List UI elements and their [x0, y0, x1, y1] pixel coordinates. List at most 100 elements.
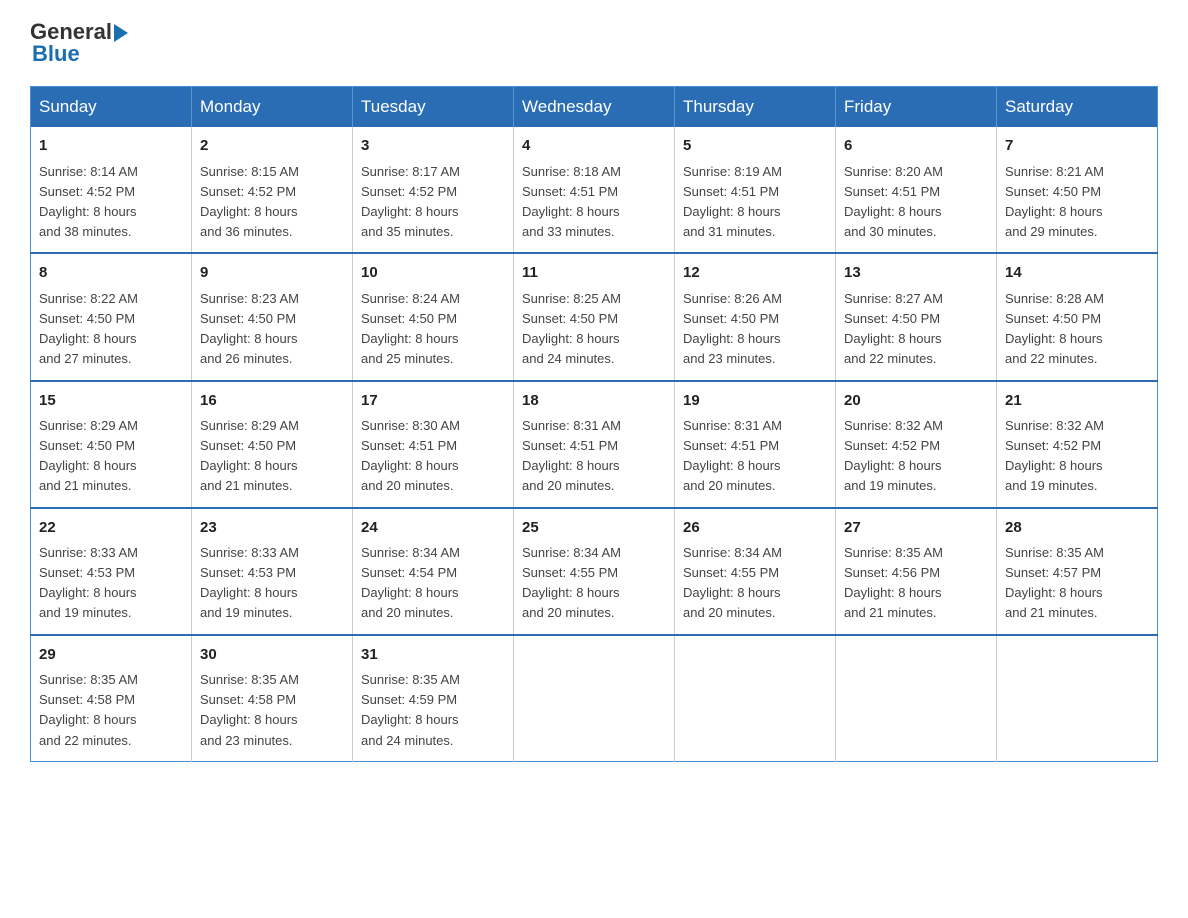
day-number: 3	[361, 135, 505, 158]
day-number: 27	[844, 517, 988, 540]
day-info: Sunrise: 8:15 AMSunset: 4:52 PMDaylight:…	[200, 164, 299, 239]
calendar-day-4: 4 Sunrise: 8:18 AMSunset: 4:51 PMDayligh…	[514, 127, 675, 253]
calendar-day-11: 11 Sunrise: 8:25 AMSunset: 4:50 PMDaylig…	[514, 253, 675, 380]
calendar-day-17: 17 Sunrise: 8:30 AMSunset: 4:51 PMDaylig…	[353, 381, 514, 508]
calendar-day-2: 2 Sunrise: 8:15 AMSunset: 4:52 PMDayligh…	[192, 127, 353, 253]
calendar-day-20: 20 Sunrise: 8:32 AMSunset: 4:52 PMDaylig…	[836, 381, 997, 508]
day-number: 26	[683, 517, 827, 540]
day-info: Sunrise: 8:29 AMSunset: 4:50 PMDaylight:…	[39, 418, 138, 493]
day-info: Sunrise: 8:21 AMSunset: 4:50 PMDaylight:…	[1005, 164, 1104, 239]
day-info: Sunrise: 8:32 AMSunset: 4:52 PMDaylight:…	[1005, 418, 1104, 493]
day-info: Sunrise: 8:17 AMSunset: 4:52 PMDaylight:…	[361, 164, 460, 239]
weekday-header-friday: Friday	[836, 87, 997, 128]
calendar-day-31: 31 Sunrise: 8:35 AMSunset: 4:59 PMDaylig…	[353, 635, 514, 762]
calendar-day-28: 28 Sunrise: 8:35 AMSunset: 4:57 PMDaylig…	[997, 508, 1158, 635]
day-info: Sunrise: 8:34 AMSunset: 4:55 PMDaylight:…	[683, 545, 782, 620]
day-number: 28	[1005, 517, 1149, 540]
calendar-day-19: 19 Sunrise: 8:31 AMSunset: 4:51 PMDaylig…	[675, 381, 836, 508]
day-info: Sunrise: 8:35 AMSunset: 4:56 PMDaylight:…	[844, 545, 943, 620]
calendar-table: SundayMondayTuesdayWednesdayThursdayFrid…	[30, 86, 1158, 761]
calendar-week-4: 22 Sunrise: 8:33 AMSunset: 4:53 PMDaylig…	[31, 508, 1158, 635]
calendar-week-3: 15 Sunrise: 8:29 AMSunset: 4:50 PMDaylig…	[31, 381, 1158, 508]
day-info: Sunrise: 8:18 AMSunset: 4:51 PMDaylight:…	[522, 164, 621, 239]
day-info: Sunrise: 8:28 AMSunset: 4:50 PMDaylight:…	[1005, 291, 1104, 366]
calendar-day-29: 29 Sunrise: 8:35 AMSunset: 4:58 PMDaylig…	[31, 635, 192, 762]
day-info: Sunrise: 8:22 AMSunset: 4:50 PMDaylight:…	[39, 291, 138, 366]
calendar-day-27: 27 Sunrise: 8:35 AMSunset: 4:56 PMDaylig…	[836, 508, 997, 635]
day-number: 13	[844, 262, 988, 285]
day-number: 31	[361, 644, 505, 667]
calendar-day-23: 23 Sunrise: 8:33 AMSunset: 4:53 PMDaylig…	[192, 508, 353, 635]
day-info: Sunrise: 8:27 AMSunset: 4:50 PMDaylight:…	[844, 291, 943, 366]
weekday-header-saturday: Saturday	[997, 87, 1158, 128]
day-number: 5	[683, 135, 827, 158]
day-number: 7	[1005, 135, 1149, 158]
calendar-day-12: 12 Sunrise: 8:26 AMSunset: 4:50 PMDaylig…	[675, 253, 836, 380]
calendar-day-10: 10 Sunrise: 8:24 AMSunset: 4:50 PMDaylig…	[353, 253, 514, 380]
day-info: Sunrise: 8:25 AMSunset: 4:50 PMDaylight:…	[522, 291, 621, 366]
weekday-header-row: SundayMondayTuesdayWednesdayThursdayFrid…	[31, 87, 1158, 128]
day-number: 8	[39, 262, 183, 285]
day-info: Sunrise: 8:34 AMSunset: 4:54 PMDaylight:…	[361, 545, 460, 620]
day-number: 29	[39, 644, 183, 667]
calendar-day-25: 25 Sunrise: 8:34 AMSunset: 4:55 PMDaylig…	[514, 508, 675, 635]
day-number: 21	[1005, 390, 1149, 413]
calendar-day-14: 14 Sunrise: 8:28 AMSunset: 4:50 PMDaylig…	[997, 253, 1158, 380]
weekday-header-monday: Monday	[192, 87, 353, 128]
day-info: Sunrise: 8:35 AMSunset: 4:58 PMDaylight:…	[39, 672, 138, 747]
day-info: Sunrise: 8:31 AMSunset: 4:51 PMDaylight:…	[683, 418, 782, 493]
calendar-day-21: 21 Sunrise: 8:32 AMSunset: 4:52 PMDaylig…	[997, 381, 1158, 508]
day-number: 2	[200, 135, 344, 158]
day-number: 25	[522, 517, 666, 540]
day-info: Sunrise: 8:30 AMSunset: 4:51 PMDaylight:…	[361, 418, 460, 493]
page-header: General Blue	[30, 20, 1158, 66]
calendar-day-22: 22 Sunrise: 8:33 AMSunset: 4:53 PMDaylig…	[31, 508, 192, 635]
day-info: Sunrise: 8:29 AMSunset: 4:50 PMDaylight:…	[200, 418, 299, 493]
calendar-day-16: 16 Sunrise: 8:29 AMSunset: 4:50 PMDaylig…	[192, 381, 353, 508]
calendar-week-5: 29 Sunrise: 8:35 AMSunset: 4:58 PMDaylig…	[31, 635, 1158, 762]
logo: General Blue	[30, 20, 128, 66]
calendar-day-24: 24 Sunrise: 8:34 AMSunset: 4:54 PMDaylig…	[353, 508, 514, 635]
calendar-day-15: 15 Sunrise: 8:29 AMSunset: 4:50 PMDaylig…	[31, 381, 192, 508]
day-info: Sunrise: 8:33 AMSunset: 4:53 PMDaylight:…	[200, 545, 299, 620]
day-number: 1	[39, 135, 183, 158]
day-number: 4	[522, 135, 666, 158]
logo-text-block: General Blue	[30, 20, 128, 66]
day-number: 20	[844, 390, 988, 413]
empty-cell	[675, 635, 836, 762]
day-number: 14	[1005, 262, 1149, 285]
day-info: Sunrise: 8:35 AMSunset: 4:57 PMDaylight:…	[1005, 545, 1104, 620]
empty-cell	[997, 635, 1158, 762]
calendar-day-8: 8 Sunrise: 8:22 AMSunset: 4:50 PMDayligh…	[31, 253, 192, 380]
day-number: 16	[200, 390, 344, 413]
day-number: 24	[361, 517, 505, 540]
calendar-week-2: 8 Sunrise: 8:22 AMSunset: 4:50 PMDayligh…	[31, 253, 1158, 380]
weekday-header-sunday: Sunday	[31, 87, 192, 128]
day-number: 18	[522, 390, 666, 413]
day-number: 6	[844, 135, 988, 158]
day-info: Sunrise: 8:19 AMSunset: 4:51 PMDaylight:…	[683, 164, 782, 239]
day-number: 15	[39, 390, 183, 413]
day-info: Sunrise: 8:35 AMSunset: 4:58 PMDaylight:…	[200, 672, 299, 747]
logo-arrow-icon	[114, 24, 128, 42]
calendar-day-1: 1 Sunrise: 8:14 AMSunset: 4:52 PMDayligh…	[31, 127, 192, 253]
calendar-day-9: 9 Sunrise: 8:23 AMSunset: 4:50 PMDayligh…	[192, 253, 353, 380]
day-number: 23	[200, 517, 344, 540]
day-number: 10	[361, 262, 505, 285]
day-number: 30	[200, 644, 344, 667]
calendar-day-6: 6 Sunrise: 8:20 AMSunset: 4:51 PMDayligh…	[836, 127, 997, 253]
day-info: Sunrise: 8:14 AMSunset: 4:52 PMDaylight:…	[39, 164, 138, 239]
day-number: 11	[522, 262, 666, 285]
day-number: 17	[361, 390, 505, 413]
day-number: 9	[200, 262, 344, 285]
calendar-day-30: 30 Sunrise: 8:35 AMSunset: 4:58 PMDaylig…	[192, 635, 353, 762]
day-info: Sunrise: 8:26 AMSunset: 4:50 PMDaylight:…	[683, 291, 782, 366]
calendar-day-7: 7 Sunrise: 8:21 AMSunset: 4:50 PMDayligh…	[997, 127, 1158, 253]
calendar-day-18: 18 Sunrise: 8:31 AMSunset: 4:51 PMDaylig…	[514, 381, 675, 508]
weekday-header-thursday: Thursday	[675, 87, 836, 128]
calendar-week-1: 1 Sunrise: 8:14 AMSunset: 4:52 PMDayligh…	[31, 127, 1158, 253]
calendar-day-13: 13 Sunrise: 8:27 AMSunset: 4:50 PMDaylig…	[836, 253, 997, 380]
day-info: Sunrise: 8:31 AMSunset: 4:51 PMDaylight:…	[522, 418, 621, 493]
day-info: Sunrise: 8:23 AMSunset: 4:50 PMDaylight:…	[200, 291, 299, 366]
logo-blue: Blue	[32, 42, 80, 66]
